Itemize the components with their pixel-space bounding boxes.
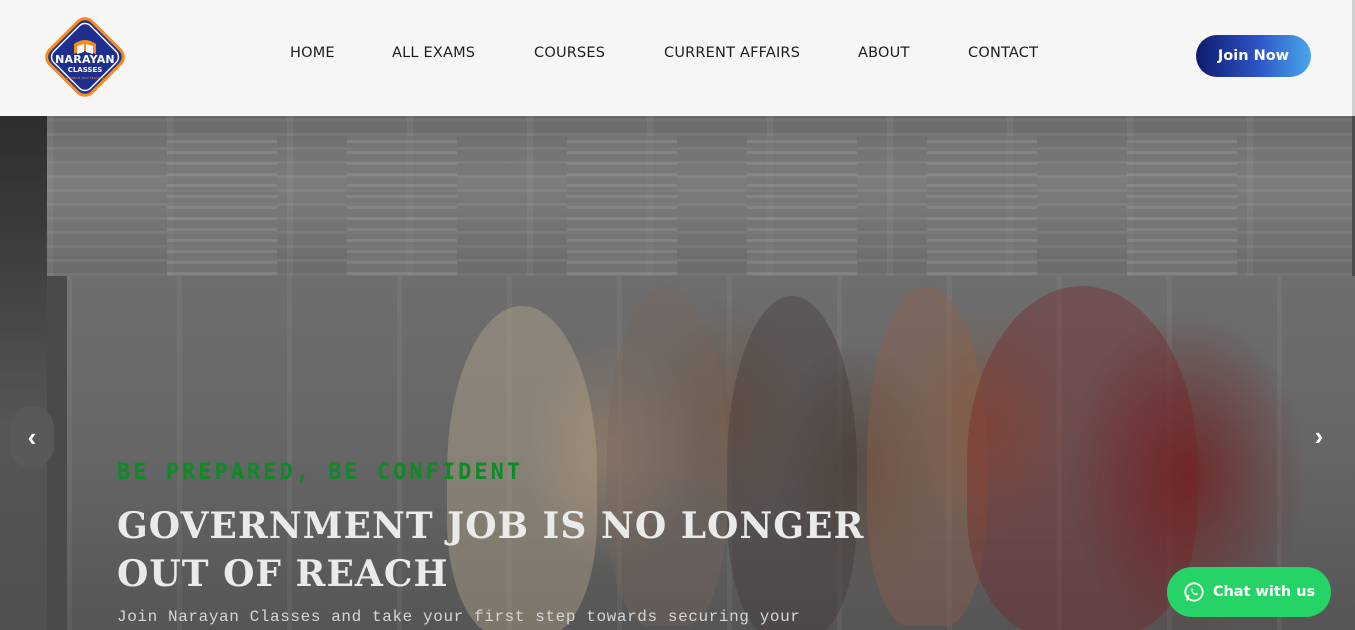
chat-label: Chat with us: [1212, 584, 1316, 600]
previous-slide-edge: [0, 116, 47, 630]
hero-slider: ‹ › BE PREPARED, BE CONFIDENT GOVERNMENT…: [0, 116, 1355, 630]
nav-all-exams[interactable]: ALL EXAMS: [392, 45, 475, 61]
hero-background-image: [47, 116, 1352, 286]
hero-headline: GOVERNMENT JOB IS NO LONGER OUT OF REACH: [117, 505, 865, 595]
chat-with-us-button[interactable]: Chat with us: [1167, 567, 1331, 617]
nav-current-affairs[interactable]: CURRENT AFFAIRS: [664, 45, 800, 61]
hero-tagline: BE PREPARED, BE CONFIDENT: [117, 460, 524, 485]
site-header: NARAYAN CLASSES A DREAM THAT TEACHES HOM…: [0, 0, 1355, 116]
main-nav: HOME ALL EXAMS COURSES CURRENT AFFAIRS A…: [0, 0, 1355, 108]
hero-subtext: Join Narayan Classes and take your first…: [117, 608, 801, 626]
whatsapp-icon: [1184, 582, 1204, 602]
join-now-button[interactable]: Join Now: [1196, 35, 1311, 77]
nav-about[interactable]: ABOUT: [858, 45, 910, 61]
nav-contact[interactable]: CONTACT: [968, 45, 1038, 61]
slider-next-button[interactable]: ›: [1304, 416, 1334, 456]
nav-home[interactable]: HOME: [290, 45, 335, 61]
chevron-left-icon: ‹: [27, 421, 37, 452]
chevron-right-icon: ›: [1314, 420, 1324, 451]
slider-prev-button[interactable]: ‹: [10, 406, 54, 468]
nav-courses[interactable]: COURSES: [534, 45, 605, 61]
